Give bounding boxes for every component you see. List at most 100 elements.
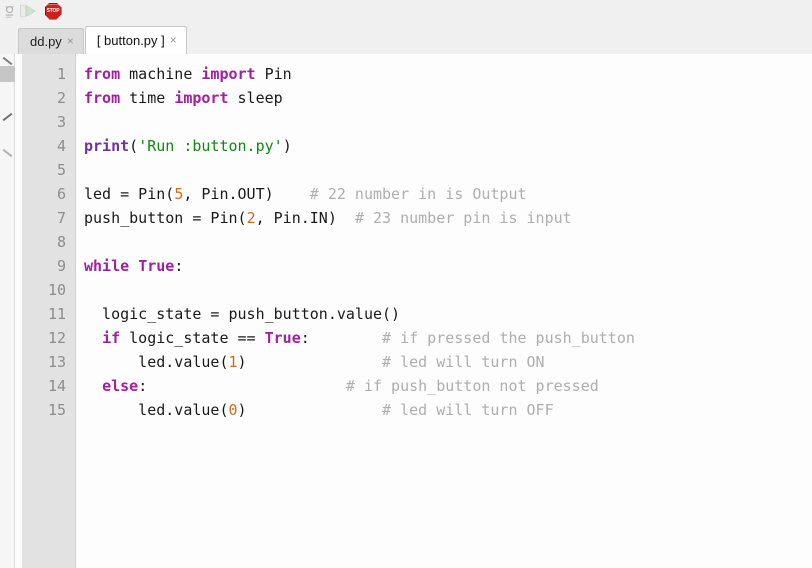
tab-dd-py[interactable]: dd.py × bbox=[18, 28, 84, 54]
marker-tick bbox=[2, 112, 13, 122]
token-comment: # if push_button not pressed bbox=[345, 377, 599, 395]
code-line-1: from machine import Pin bbox=[84, 62, 812, 86]
line-number: 15 bbox=[47, 401, 66, 419]
code-line-14: else: # if push_button not pressed bbox=[84, 374, 812, 398]
token-number: 0 bbox=[228, 401, 238, 419]
token-keyword: import bbox=[174, 89, 229, 107]
token-text: logic_state = push_button.value() bbox=[84, 305, 401, 323]
token-builtin: print bbox=[84, 137, 130, 155]
token-text: ) bbox=[237, 353, 247, 371]
token-string: 'Run :button.py' bbox=[138, 137, 283, 155]
stop-icon-label: STOP bbox=[46, 7, 60, 14]
token-text: led.value( bbox=[84, 401, 229, 419]
line-number: 4 bbox=[56, 137, 66, 155]
code-text-area[interactable]: from machine import Pin from time import… bbox=[76, 54, 812, 568]
toolbar: STOP bbox=[0, 0, 812, 22]
line-number: 13 bbox=[47, 353, 66, 371]
marker-tick bbox=[2, 148, 13, 158]
token-spacer bbox=[274, 185, 310, 203]
token-text: ( bbox=[129, 137, 139, 155]
editor-tab-bar: dd.py × [ button.py ] × bbox=[0, 22, 812, 54]
token-text: led.value( bbox=[84, 353, 229, 371]
token-keyword: True bbox=[264, 329, 301, 347]
token-keyword: if bbox=[102, 329, 121, 347]
token-text: : bbox=[300, 329, 310, 347]
token-spacer bbox=[147, 377, 346, 395]
token-keyword: import bbox=[201, 65, 256, 83]
stop-sign-shape: STOP bbox=[44, 2, 62, 20]
tab-label: dd.py bbox=[30, 34, 62, 49]
line-number: 12 bbox=[47, 329, 66, 347]
stop-icon[interactable]: STOP bbox=[42, 1, 64, 21]
tab-label: [ button.py ] bbox=[96, 33, 165, 48]
marker-strip[interactable] bbox=[0, 54, 15, 568]
token-spacer bbox=[310, 329, 382, 347]
token-comment: # 22 number in is Output bbox=[309, 185, 527, 203]
token-text: led = Pin( bbox=[84, 185, 175, 203]
gutter-spacer bbox=[15, 54, 23, 568]
code-line-2: from time import sleep bbox=[84, 86, 812, 110]
scrollbar-thumb[interactable] bbox=[0, 66, 15, 82]
code-line-13: led.value(1) # led will turn ON bbox=[84, 350, 812, 374]
token-comment: # led will turn OFF bbox=[382, 401, 554, 419]
token-comment: # if pressed the push_button bbox=[382, 329, 635, 347]
code-line-9: while True: bbox=[84, 254, 812, 278]
token-text: , Pin.OUT) bbox=[183, 185, 274, 203]
token-text: push_button = Pin( bbox=[84, 209, 247, 227]
token-text: : bbox=[174, 257, 184, 275]
token-keyword: while bbox=[84, 257, 130, 275]
token-text: logic_state == bbox=[120, 329, 265, 347]
token-text: time bbox=[120, 89, 175, 107]
token-spacer bbox=[247, 353, 382, 371]
code-line-7: push_button = Pin(2, Pin.IN) # 23 number… bbox=[84, 206, 812, 230]
line-number: 10 bbox=[47, 281, 66, 299]
token-text: , Pin.IN) bbox=[255, 209, 337, 227]
token-comment: # led will turn ON bbox=[382, 353, 545, 371]
token-text: ) bbox=[237, 401, 247, 419]
token-text: machine bbox=[120, 65, 202, 83]
editor-area: 1 2 3 4 5 6 7 8 9 10 11 12 13 14 15 from… bbox=[0, 54, 812, 568]
token-keyword: else bbox=[102, 377, 139, 395]
line-number: 7 bbox=[56, 209, 66, 227]
marker-tick bbox=[2, 56, 13, 66]
token-spacer bbox=[337, 209, 355, 227]
token-comment: # 23 number pin is input bbox=[354, 209, 572, 227]
line-number: 9 bbox=[56, 257, 66, 275]
code-line-12: if logic_state == True: # if pressed the… bbox=[84, 326, 812, 350]
token-text: ) bbox=[282, 137, 292, 155]
code-line-15: led.value(0) # led will turn OFF bbox=[84, 398, 812, 422]
line-number: 6 bbox=[56, 185, 66, 203]
code-line-6: led = Pin(5, Pin.OUT) # 22 number in is … bbox=[84, 182, 812, 206]
token-spacer bbox=[247, 401, 382, 419]
tab-close-icon[interactable]: × bbox=[67, 35, 74, 48]
code-line-4: print('Run :button.py') bbox=[84, 134, 812, 158]
code-line-11: logic_state = push_button.value() bbox=[84, 302, 812, 326]
token-number: 5 bbox=[174, 185, 184, 203]
line-number-gutter: 1 2 3 4 5 6 7 8 9 10 11 12 13 14 15 bbox=[23, 54, 76, 568]
line-number: 8 bbox=[56, 233, 66, 251]
token-number: 2 bbox=[246, 209, 256, 227]
line-number: 1 bbox=[56, 65, 66, 83]
token-text: : bbox=[138, 377, 148, 395]
tab-close-icon[interactable]: × bbox=[170, 34, 177, 47]
token-text: Pin bbox=[255, 65, 292, 83]
run-icon[interactable] bbox=[20, 3, 36, 19]
token-keyword: from bbox=[84, 65, 121, 83]
token-number: 1 bbox=[228, 353, 238, 371]
line-number: 3 bbox=[56, 113, 66, 131]
token-keyword: True bbox=[138, 257, 175, 275]
thonny-window: STOP dd.py × [ button.py ] × 1 2 3 4 5 6… bbox=[0, 0, 812, 568]
token-spacer bbox=[129, 257, 138, 275]
line-number: 11 bbox=[47, 305, 66, 323]
token-text: sleep bbox=[228, 89, 283, 107]
debug-icon[interactable] bbox=[2, 3, 18, 19]
tab-button-py[interactable]: [ button.py ] × bbox=[84, 26, 187, 54]
line-number: 14 bbox=[47, 377, 66, 395]
line-number: 2 bbox=[56, 89, 66, 107]
